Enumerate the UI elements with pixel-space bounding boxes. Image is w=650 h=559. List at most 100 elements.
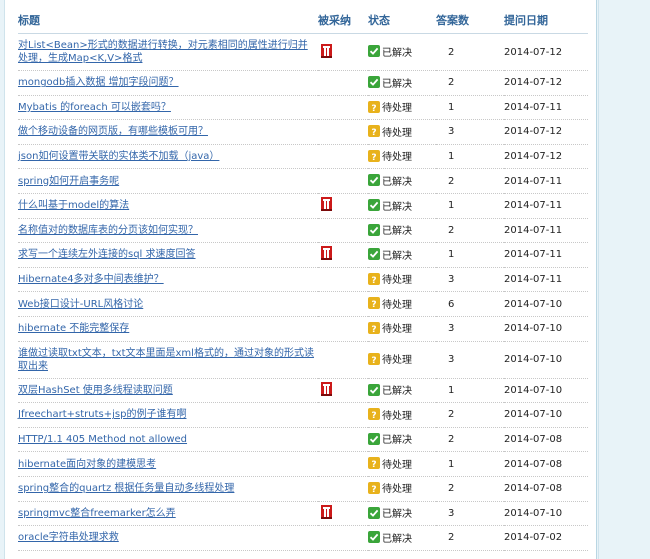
status-text: 待处理: [382, 103, 412, 115]
title-cell: Jfreechart+struts+jsp的例子谁有啊: [18, 402, 318, 428]
adopted-badge-icon: [321, 246, 332, 261]
answer-count: 2: [436, 427, 504, 453]
adopted-cell: [318, 291, 368, 317]
question-date: 2014-07-10: [504, 341, 588, 379]
question-title-link[interactable]: Jfreechart+struts+jsp的例子谁有啊: [18, 408, 318, 421]
status-badge: 已解决: [368, 382, 412, 397]
question-date: 2014-07-11: [504, 267, 588, 293]
svg-text:?: ?: [371, 460, 376, 469]
status-cell: 已解决: [368, 70, 436, 96]
status-text: 待处理: [382, 127, 412, 139]
adopted-cell: [318, 378, 368, 404]
column-header-adopted[interactable]: 被采纳: [318, 6, 368, 34]
answer-count: 2: [436, 70, 504, 96]
status-cell: 已解决: [368, 525, 436, 551]
question-title-link[interactable]: 对List<Bean>形式的数据进行转换，对元素相同的属性进行归并处理，生成Ma…: [18, 39, 318, 65]
status-cell: 已解决: [368, 378, 436, 404]
question-title-link[interactable]: HTTP/1.1 405 Method not allowed: [18, 433, 318, 446]
question-title-link[interactable]: oracle字符串处理求救: [18, 531, 318, 544]
answer-count: 3: [436, 341, 504, 379]
status-badge: 已解决: [368, 173, 412, 188]
question-title-link[interactable]: 双层HashSet 使用多线程读取问题: [18, 384, 318, 397]
status-badge: 已解决: [368, 530, 412, 545]
answer-count: 3: [436, 267, 504, 293]
status-badge: ? 待处理: [368, 407, 412, 422]
adopted-cell: [318, 525, 368, 551]
question-date: 2014-07-12: [504, 70, 588, 96]
table-row: Jfreechart+struts+jsp的例子谁有啊? 待处理 2 2014-07-…: [18, 402, 588, 428]
check-icon: [368, 432, 380, 445]
table-header-row: 标题 被采纳 状态 答案数 提问日期: [18, 6, 588, 34]
table-row: 双层HashSet 使用多线程读取问题 已解决 1 2014-07-10: [18, 378, 588, 404]
table-row: Mybatis 的foreach 可以嵌套吗？? 待处理 1 2014-07-11: [18, 95, 588, 121]
question-icon: ?: [368, 272, 380, 285]
adopted-cell: [318, 95, 368, 121]
title-cell: json如何设置带关联的实体类不加载（java）: [18, 144, 318, 170]
status-text: 已解决: [382, 226, 412, 238]
status-cell: 已解决: [368, 168, 436, 194]
column-header-answers[interactable]: 答案数: [436, 6, 504, 34]
title-cell: mongodb插入数据 增加字段问题？: [18, 70, 318, 96]
status-badge: ? 待处理: [368, 99, 412, 114]
svg-text:?: ?: [371, 104, 376, 113]
question-title-link[interactable]: springmvc整合freemarker怎么弄: [18, 507, 318, 520]
question-date: 2014-07-12: [504, 144, 588, 170]
table-row: springmvc整合freemarker怎么弄 已解决 3 2014-07-10: [18, 501, 588, 527]
column-header-status[interactable]: 状态: [368, 6, 436, 34]
title-cell: springmvc整合freemarker怎么弄: [18, 501, 318, 527]
status-text: 待处理: [382, 324, 412, 336]
question-title-link[interactable]: 谁做过读取txt文本，txt文本里面是xml格式的，通过对象的形式读取出来: [18, 347, 318, 373]
question-title-link[interactable]: 求写一个连续左外连接的sql 求速度回答: [18, 248, 318, 261]
adopted-cell: [318, 242, 368, 268]
question-date: 2014-07-10: [504, 378, 588, 404]
title-cell: 什么叫基于model的算法: [18, 193, 318, 219]
status-badge: ? 待处理: [368, 480, 412, 495]
status-badge: 已解决: [368, 505, 412, 520]
check-icon: [368, 174, 380, 187]
status-badge: ? 待处理: [368, 296, 412, 311]
answer-count: 6: [436, 291, 504, 317]
title-cell: Hibernate4多对多中间表维护？: [18, 267, 318, 293]
column-header-title[interactable]: 标题: [18, 6, 318, 34]
adopted-cell: [318, 218, 368, 244]
status-cell: ? 待处理: [368, 95, 436, 121]
answer-count: 2: [436, 218, 504, 244]
right-panel-divider: [598, 0, 599, 559]
question-title-link[interactable]: Mybatis 的foreach 可以嵌套吗？: [18, 101, 318, 114]
question-title-link[interactable]: hibernate 不能完整保存: [18, 322, 318, 335]
status-text: 待处理: [382, 459, 412, 471]
question-date: 2014-07-08: [504, 476, 588, 502]
status-cell: 已解决: [368, 193, 436, 219]
adopted-cell: [318, 193, 368, 219]
question-title-link[interactable]: spring如何开启事务呢: [18, 175, 318, 188]
title-cell: spring整合的quartz 根据任务量自动多线程处理: [18, 476, 318, 502]
svg-text:?: ?: [371, 153, 376, 162]
question-title-link[interactable]: Web接口设计-URL风格讨论: [18, 298, 318, 311]
status-cell: ? 待处理: [368, 451, 436, 477]
question-title-link[interactable]: 名称值对的数据库表的分页该如何实现？: [18, 224, 318, 237]
question-title-link[interactable]: Hibernate4多对多中间表维护？: [18, 273, 318, 286]
table-row: oracle字符串处理求救 已解决 2 2014-07-02: [18, 525, 588, 551]
question-title-link[interactable]: mongodb插入数据 增加字段问题？: [18, 76, 318, 89]
status-text: 已解决: [382, 435, 412, 447]
status-text: 已解决: [382, 386, 412, 398]
status-badge: 已解决: [368, 75, 412, 90]
question-title-link[interactable]: spring整合的quartz 根据任务量自动多线程处理: [18, 482, 318, 495]
question-title-link[interactable]: hibernate面向对象的建模思考: [18, 458, 318, 471]
status-text: 待处理: [382, 299, 412, 311]
adopted-cell: [318, 402, 368, 428]
status-badge: 已解决: [368, 222, 412, 237]
question-title-link[interactable]: 做个移动设备的网页版，有哪些模板可用？: [18, 125, 318, 138]
question-title-link[interactable]: 什么叫基于model的算法: [18, 199, 318, 212]
answer-count: 2: [436, 168, 504, 194]
status-badge: 已解决: [368, 44, 412, 59]
question-icon: ?: [368, 100, 380, 113]
table-row: spring如何开启事务呢 已解决 2 2014-07-11: [18, 168, 588, 194]
question-title-link[interactable]: json如何设置带关联的实体类不加载（java）: [18, 150, 318, 163]
question-icon: ?: [368, 481, 380, 494]
adopted-cell: [318, 70, 368, 96]
status-badge: ? 待处理: [368, 456, 412, 471]
question-icon: ?: [368, 149, 380, 162]
column-header-date[interactable]: 提问日期: [504, 6, 588, 34]
title-cell: 对List<Bean>形式的数据进行转换，对元素相同的属性进行归并处理，生成Ma…: [18, 33, 318, 71]
